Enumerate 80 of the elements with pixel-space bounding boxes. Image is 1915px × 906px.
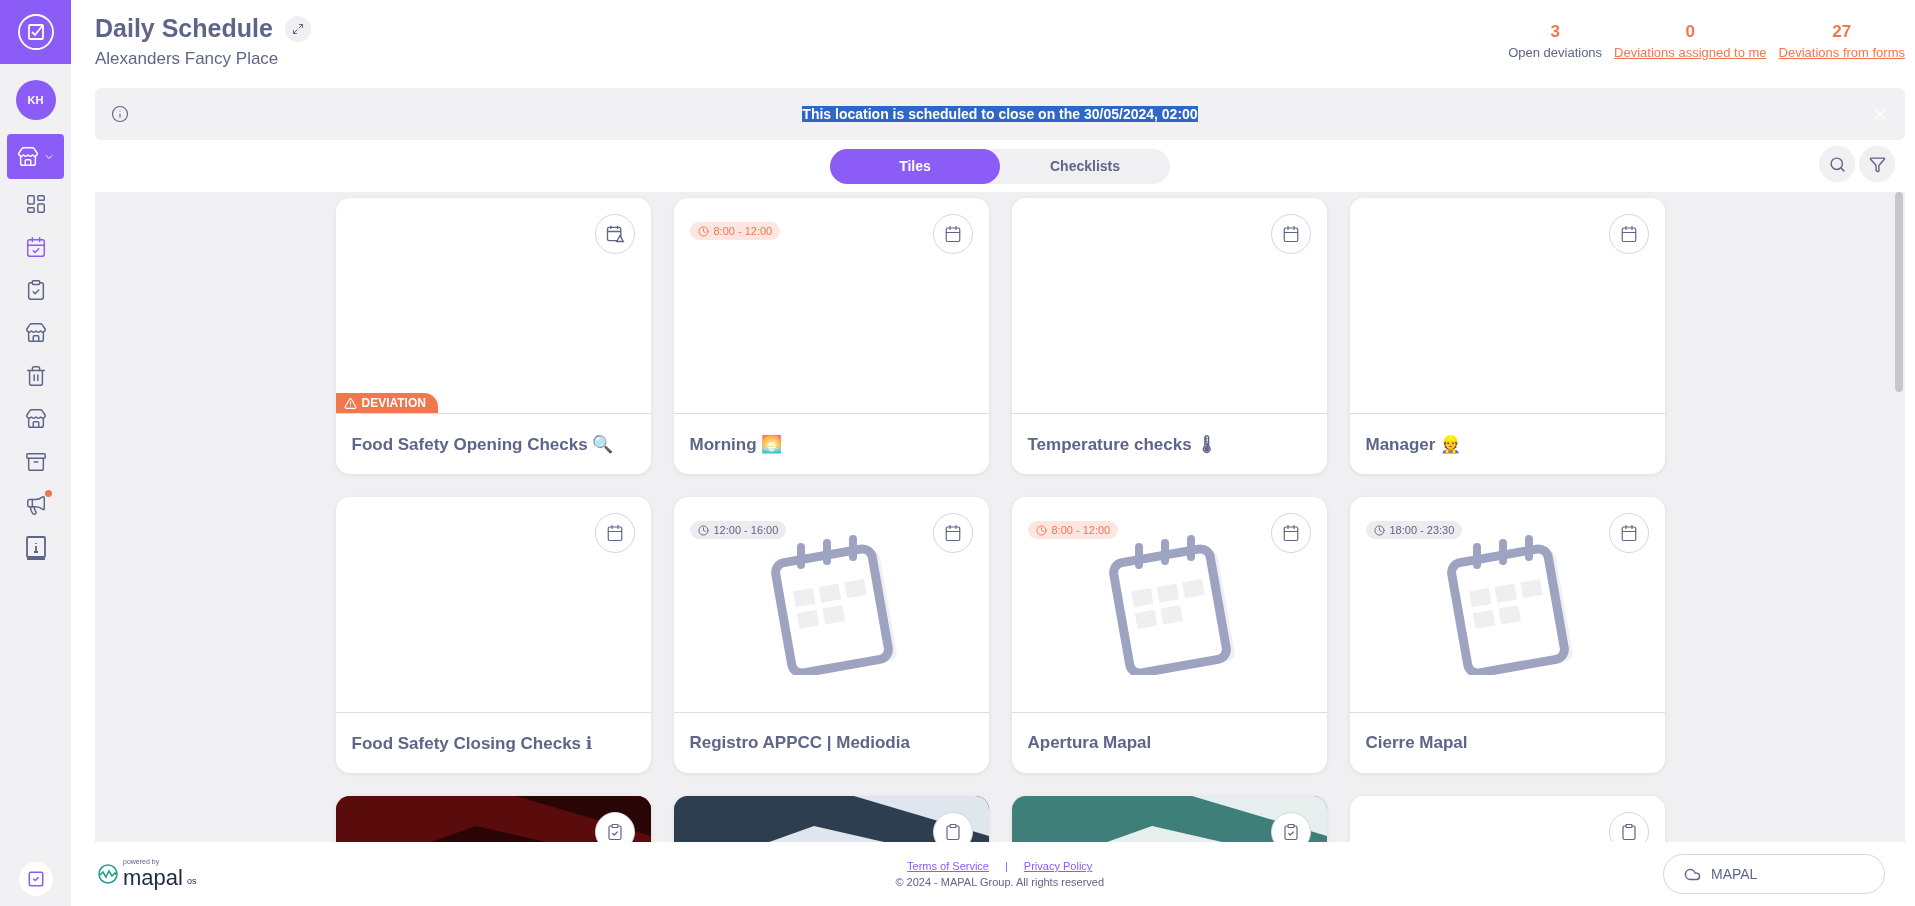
archive-icon: [24, 450, 47, 473]
calendar-alert-icon: [604, 224, 625, 244]
clock-icon: [1035, 524, 1047, 536]
warning-icon: [343, 396, 357, 410]
tile-title: Temperature checks 🌡: [1026, 433, 1220, 456]
expand-icon: [291, 22, 304, 35]
check-icon: [26, 870, 45, 888]
clock-icon: [697, 225, 709, 237]
tile-title: Morning 🌅: [688, 433, 784, 456]
tile-title: Registro APPCC | Mediodia: [688, 732, 911, 754]
search-icon: [1828, 155, 1846, 173]
schedule-tile[interactable]: 8:00 - 12:00 Apertura Mapal: [1011, 497, 1327, 773]
app-switch-button[interactable]: [18, 862, 53, 896]
page-title: Daily Schedule: [95, 14, 273, 43]
schedule-tile[interactable]: 18:00 - 23:30 Cierre Mapal: [1349, 497, 1665, 773]
brand-name: mapal: [123, 864, 183, 891]
calendar-icon: [605, 524, 624, 542]
schedule-tile[interactable]: Manager 👷: [1349, 198, 1665, 474]
info-icon: [111, 105, 129, 123]
copyright-text: © 2024 - MAPAL Group. All rights reserved: [895, 876, 1105, 888]
calendar-check-icon: [24, 235, 47, 258]
megaphone-icon: [24, 493, 47, 516]
stat-link[interactable]: Deviations assigned to me: [1614, 45, 1767, 60]
tile-title: Manager 👷: [1364, 433, 1463, 456]
expand-button[interactable]: [284, 15, 311, 42]
filter-icon: [1868, 155, 1886, 173]
footer-link[interactable]: Terms of Service: [907, 860, 989, 872]
banner-message: This location is scheduled to close on the 30/05/2024, 02:00: [802, 106, 1198, 122]
store-icon: [24, 321, 47, 344]
calendar-icon: [943, 225, 962, 243]
tile-title: Cierre Mapal: [1364, 732, 1469, 754]
stat-value: 27: [1832, 22, 1852, 42]
dashboard-icon: [24, 192, 47, 215]
app-logo[interactable]: [0, 0, 71, 64]
user-avatar[interactable]: KH: [15, 80, 56, 120]
stat-link[interactable]: Deviations from forms: [1778, 45, 1905, 60]
info-book-icon: [23, 534, 48, 561]
schedule-tile[interactable]: Food Safety Closing Checks ℹ: [335, 497, 651, 773]
calendar-icon: [1281, 225, 1300, 243]
schedule-tile[interactable]: Temperature checks 🌡: [1011, 198, 1327, 474]
deviation-badge: DEVIATION: [335, 393, 438, 413]
wave-logo-icon: [97, 863, 119, 885]
clipboard-icon: [1619, 823, 1638, 841]
time-badge: 8:00 - 12:00: [1027, 521, 1119, 539]
store-icon: [16, 145, 39, 168]
calendar-icon: [1619, 524, 1638, 542]
filter-button[interactable]: [1859, 146, 1895, 182]
time-badge: 18:00 - 23:30: [1365, 521, 1463, 539]
calendar-icon: [943, 524, 962, 542]
search-button[interactable]: [1819, 146, 1855, 182]
brand-suffix: os: [186, 875, 197, 886]
view-tab[interactable]: Tiles: [830, 148, 1000, 184]
check-logo-icon: [15, 12, 56, 52]
time-badge: 8:00 - 12:00: [689, 222, 781, 240]
trash-icon: [24, 364, 47, 387]
clock-icon: [1373, 524, 1385, 536]
tile-title: Apertura Mapal: [1026, 732, 1153, 754]
organization-button[interactable]: MAPAL: [1663, 854, 1885, 894]
view-tab[interactable]: Checklists: [1000, 148, 1170, 184]
schedule-tile[interactable]: DEVIATION Food Safety Opening Checks 🔍: [335, 198, 651, 474]
time-badge: 12:00 - 16:00: [689, 521, 787, 539]
store-calendar-icon: [24, 407, 47, 430]
clock-icon: [697, 524, 709, 536]
calendar-icon: [1619, 225, 1638, 243]
stat-value: 0: [1685, 22, 1696, 42]
footer-link[interactable]: Privacy Policy: [1023, 860, 1093, 872]
location-name: Alexanders Fancy Place: [95, 49, 280, 69]
calendar-icon: [1281, 524, 1300, 542]
link-separator: |: [1005, 860, 1008, 872]
location-menu[interactable]: [7, 134, 64, 179]
clipboard-icon: [943, 823, 962, 841]
tile-title: Food Safety Closing Checks ℹ: [350, 732, 594, 755]
scrollbar[interactable]: [1895, 192, 1903, 392]
tile-title: Food Safety Opening Checks 🔍: [350, 433, 615, 456]
clipboard-check-icon: [1281, 823, 1300, 841]
stat-value: 3: [1550, 22, 1560, 42]
stat-label: Open deviations: [1508, 45, 1603, 60]
schedule-tile[interactable]: 12:00 - 16:00 Registro APPCC | Mediodia: [673, 497, 989, 773]
schedule-tile[interactable]: 8:00 - 12:00 Morning 🌅: [673, 198, 989, 474]
clipboard-check-icon: [605, 823, 624, 841]
